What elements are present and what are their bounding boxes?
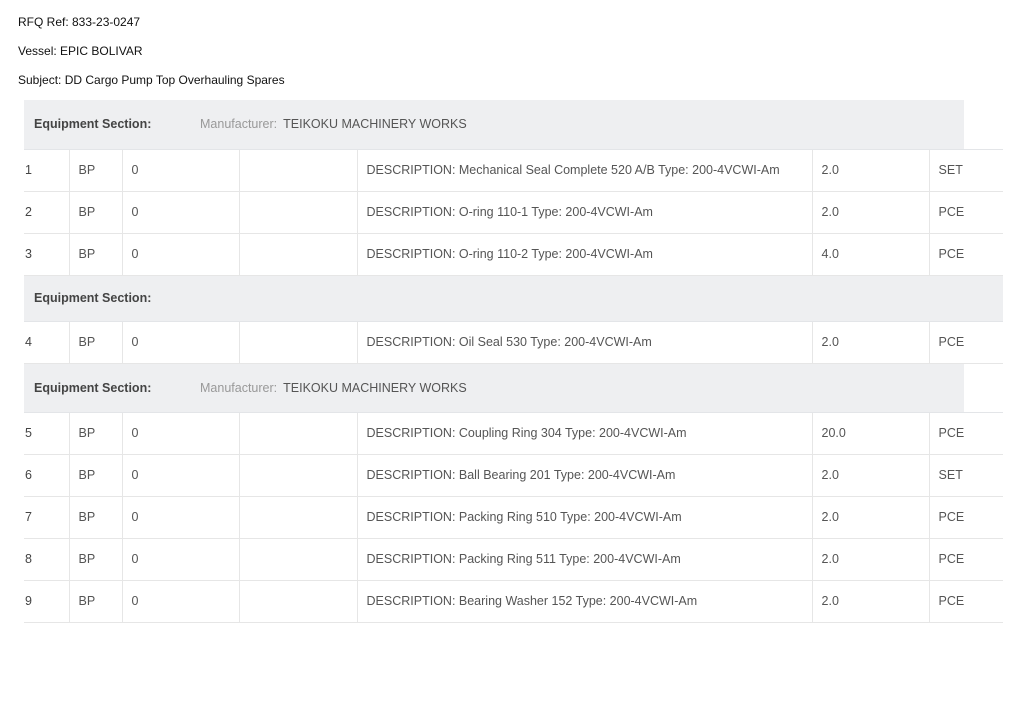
item-zero: 0 — [121, 580, 240, 623]
item-number: 2 — [24, 191, 69, 234]
equipment-section-label: Equipment Section: — [24, 275, 240, 322]
manufacturer-cell: Manufacturer: TEIKOKU MACHINERY WORKS — [200, 363, 965, 413]
item-quantity: 2.0 — [811, 454, 930, 497]
table-row: 8 BP 0 DESCRIPTION: Packing Ring 511 Type: … — [24, 538, 1004, 581]
item-number: 4 — [24, 321, 69, 364]
item-quantity: 2.0 — [811, 580, 930, 623]
item-description: DESCRIPTION: Oil Seal 530 Type: 200-4VCW… — [356, 321, 813, 364]
item-description: DESCRIPTION: Ball Bearing 201 Type: 200-… — [356, 454, 813, 497]
manufacturer-name: TEIKOKU MACHINERY WORKS — [283, 380, 467, 395]
item-zero: 0 — [121, 454, 240, 497]
manufacturer-cell: Manufacturer: TEIKOKU MACHINERY WORKS — [200, 100, 965, 150]
item-code: BP — [68, 496, 122, 539]
item-unit: SET — [928, 454, 1004, 497]
table-row: 9 BP 0 DESCRIPTION: Bearing Washer 152 Type… — [24, 580, 1004, 623]
item-code: BP — [68, 538, 122, 581]
item-zero: 0 — [121, 538, 240, 581]
item-blank — [238, 233, 358, 276]
item-blank — [238, 412, 358, 455]
item-zero: 0 — [121, 412, 240, 455]
item-code: BP — [68, 454, 122, 497]
item-unit: PCE — [928, 191, 1004, 234]
item-blank — [238, 321, 358, 364]
item-description: DESCRIPTION: O-ring 110-1 Type: 200-4VCW… — [356, 191, 813, 234]
item-description: DESCRIPTION: Mechanical Seal Complete 52… — [356, 149, 813, 192]
item-blank — [238, 496, 358, 539]
item-number: 9 — [24, 580, 69, 623]
item-blank — [238, 191, 358, 234]
item-unit: PCE — [928, 496, 1004, 539]
item-description: DESCRIPTION: O-ring 110-2 Type: 200-4VCW… — [356, 233, 813, 276]
table-row: 3 BP 0 DESCRIPTION: O-ring 110-2 Type: 200-… — [24, 233, 1004, 276]
item-zero: 0 — [121, 149, 240, 192]
table-row: 7 BP 0 DESCRIPTION: Packing Ring 510 Type: … — [24, 496, 1004, 539]
item-number: 5 — [24, 412, 69, 455]
manufacturer-cell — [239, 275, 1004, 322]
table-row: 2 BP 0 DESCRIPTION: O-ring 110-1 Type: 200-… — [24, 191, 1004, 234]
item-description: DESCRIPTION: Coupling Ring 304 Type: 200… — [356, 412, 813, 455]
item-quantity: 20.0 — [811, 412, 930, 455]
item-zero: 0 — [121, 321, 240, 364]
item-quantity: 2.0 — [811, 496, 930, 539]
item-code: BP — [68, 321, 122, 364]
item-quantity: 2.0 — [811, 149, 930, 192]
item-description: DESCRIPTION: Packing Ring 510 Type: 200-… — [356, 496, 813, 539]
spares-table: Equipment Section: Manufacturer: TEIKOKU M… — [24, 100, 1004, 623]
item-number: 8 — [24, 538, 69, 581]
item-zero: 0 — [121, 233, 240, 276]
subject-line: Subject: DD Cargo Pump Top Overhauling S… — [18, 73, 285, 87]
table-row: 6 BP 0 DESCRIPTION: Ball Bearing 201 Type: … — [24, 454, 1004, 497]
equipment-section-header: Equipment Section: Manufacturer: TEIKOKU M… — [24, 100, 1003, 150]
item-code: BP — [68, 191, 122, 234]
item-number: 6 — [24, 454, 69, 497]
item-description: DESCRIPTION: Bearing Washer 152 Type: 20… — [356, 580, 813, 623]
item-quantity: 4.0 — [811, 233, 930, 276]
item-code: BP — [68, 233, 122, 276]
item-unit: PCE — [928, 412, 1004, 455]
item-code: BP — [68, 149, 122, 192]
item-number: 1 — [24, 149, 69, 192]
manufacturer-label: Manufacturer: — [200, 117, 278, 132]
item-zero: 0 — [121, 191, 240, 234]
item-blank — [238, 538, 358, 581]
table-row: 4 BP 0 DESCRIPTION: Oil Seal 530 Type: 200-… — [24, 321, 1004, 364]
equipment-section-header: Equipment Section: — [24, 275, 1004, 322]
manufacturer-name: TEIKOKU MACHINERY WORKS — [283, 117, 467, 132]
item-blank — [238, 580, 358, 623]
item-unit: PCE — [928, 321, 1004, 364]
item-number: 3 — [24, 233, 69, 276]
item-unit: PCE — [928, 538, 1004, 581]
item-quantity: 2.0 — [811, 321, 930, 364]
item-code: BP — [68, 580, 122, 623]
item-unit: PCE — [928, 233, 1004, 276]
item-quantity: 2.0 — [811, 538, 930, 581]
item-code: BP — [68, 412, 122, 455]
item-description: DESCRIPTION: Packing Ring 511 Type: 200-… — [356, 538, 813, 581]
item-blank — [238, 454, 358, 497]
item-zero: 0 — [121, 496, 240, 539]
manufacturer-label: Manufacturer: — [200, 380, 278, 395]
table-row: 5 BP 0 DESCRIPTION: Coupling Ring 304 Type:… — [24, 412, 1004, 455]
item-number: 7 — [24, 496, 69, 539]
item-unit: SET — [928, 149, 1004, 192]
item-blank — [238, 149, 358, 192]
table-row: 1 BP 0 DESCRIPTION: Mechanical Seal Complet… — [24, 149, 1004, 192]
item-unit: PCE — [928, 580, 1004, 623]
equipment-section-header: Equipment Section: Manufacturer: TEIKOKU M… — [24, 363, 1003, 413]
item-quantity: 2.0 — [811, 191, 930, 234]
vessel-name: Vessel: EPIC BOLIVAR — [18, 44, 143, 58]
rfq-reference: RFQ Ref: 833-23-0247 — [18, 15, 141, 29]
